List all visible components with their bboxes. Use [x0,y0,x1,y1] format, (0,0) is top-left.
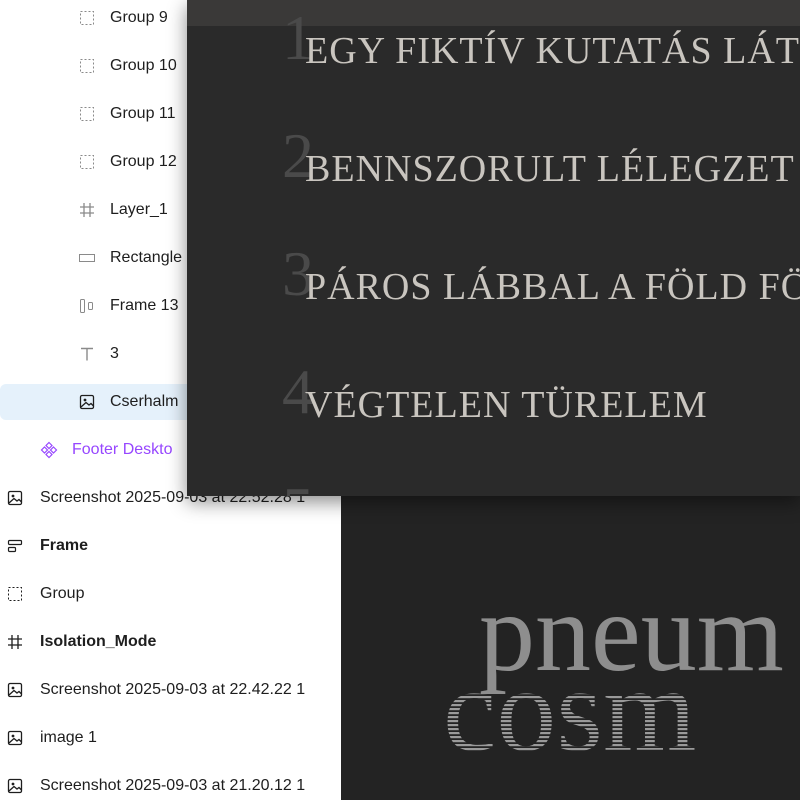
layer-label: Rectangle [110,249,183,266]
chapter-list-card[interactable]: 1 EGY FIKTÍV KUTATÁS LÁTK 2 BENNSZORULT … [187,0,800,496]
layer-label: Footer Deskto [72,441,173,458]
layer-label: image 1 [40,729,97,746]
layer-row-isolation-mode[interactable]: Isolation_Mode [6,624,341,660]
image-icon [6,489,24,507]
layer-label: Group 11 [110,105,176,122]
chapter-title: VÉGTELEN TÜRELEM [305,384,708,426]
group-dashed-icon [78,57,96,75]
chapter-title: BENNSZORULT LÉLEGZET [305,148,795,190]
frame-hash-icon [78,201,96,219]
auto-layout-icon [78,297,96,315]
layer-label: Group [40,585,85,602]
chapter-item-3[interactable]: 3 PÁROS LÁBBAL A FÖLD FÖL [282,242,800,342]
logo-line-2: cosm [443,643,696,776]
layer-row-screenshot-22-42[interactable]: Screenshot 2025-09-03 at 22.42.22 1 [6,672,341,708]
chapter-title: EGY FIKTÍV KUTATÁS LÁTK [305,30,800,72]
layer-row-group[interactable]: Group [6,576,341,612]
layer-label: Screenshot 2025-09-03 at 21.20.12 1 [40,777,306,794]
layer-row-screenshot-21-20[interactable]: Screenshot 2025-09-03 at 21.20.12 1 [6,768,341,804]
layer-row-frame[interactable]: Frame [6,528,341,564]
layer-label: Group 12 [110,153,177,170]
chapter-item-5[interactable]: 5 [282,478,800,497]
group-dashed-icon [78,9,96,27]
group-dashed-icon [6,585,24,603]
layer-label: Group 10 [110,57,177,74]
chapter-item-4[interactable]: 4 VÉGTELEN TÜRELEM [282,360,800,460]
group-dashed-icon [78,105,96,123]
frame-hash-icon [6,633,24,651]
layer-label: Isolation_Mode [40,633,157,650]
chapter-number: 5 [282,478,314,497]
group-dashed-icon [78,153,96,171]
layer-label: Group 9 [110,9,168,26]
component-icon [40,441,58,459]
layer-row-image-1[interactable]: image 1 [6,720,341,756]
layer-label: Screenshot 2025-09-03 at 22.42.22 1 [40,681,306,698]
layer-label: Layer_1 [110,201,168,218]
auto-layout-horizontal-icon [6,537,24,555]
chapter-item-1[interactable]: 1 EGY FIKTÍV KUTATÁS LÁTK [282,6,800,106]
layer-label: 3 [110,345,119,362]
layer-label: Frame 13 [110,297,179,314]
chapter-title: PÁROS LÁBBAL A FÖLD FÖL [305,266,800,308]
layer-label: Frame [40,537,89,554]
image-icon [6,777,24,795]
text-icon [78,345,96,363]
image-icon [6,681,24,699]
chapter-item-2[interactable]: 2 BENNSZORULT LÉLEGZET [282,124,800,224]
image-icon [78,393,96,411]
layer-label: Cserhalm [110,393,179,410]
rectangle-icon [78,249,96,267]
image-icon [6,729,24,747]
